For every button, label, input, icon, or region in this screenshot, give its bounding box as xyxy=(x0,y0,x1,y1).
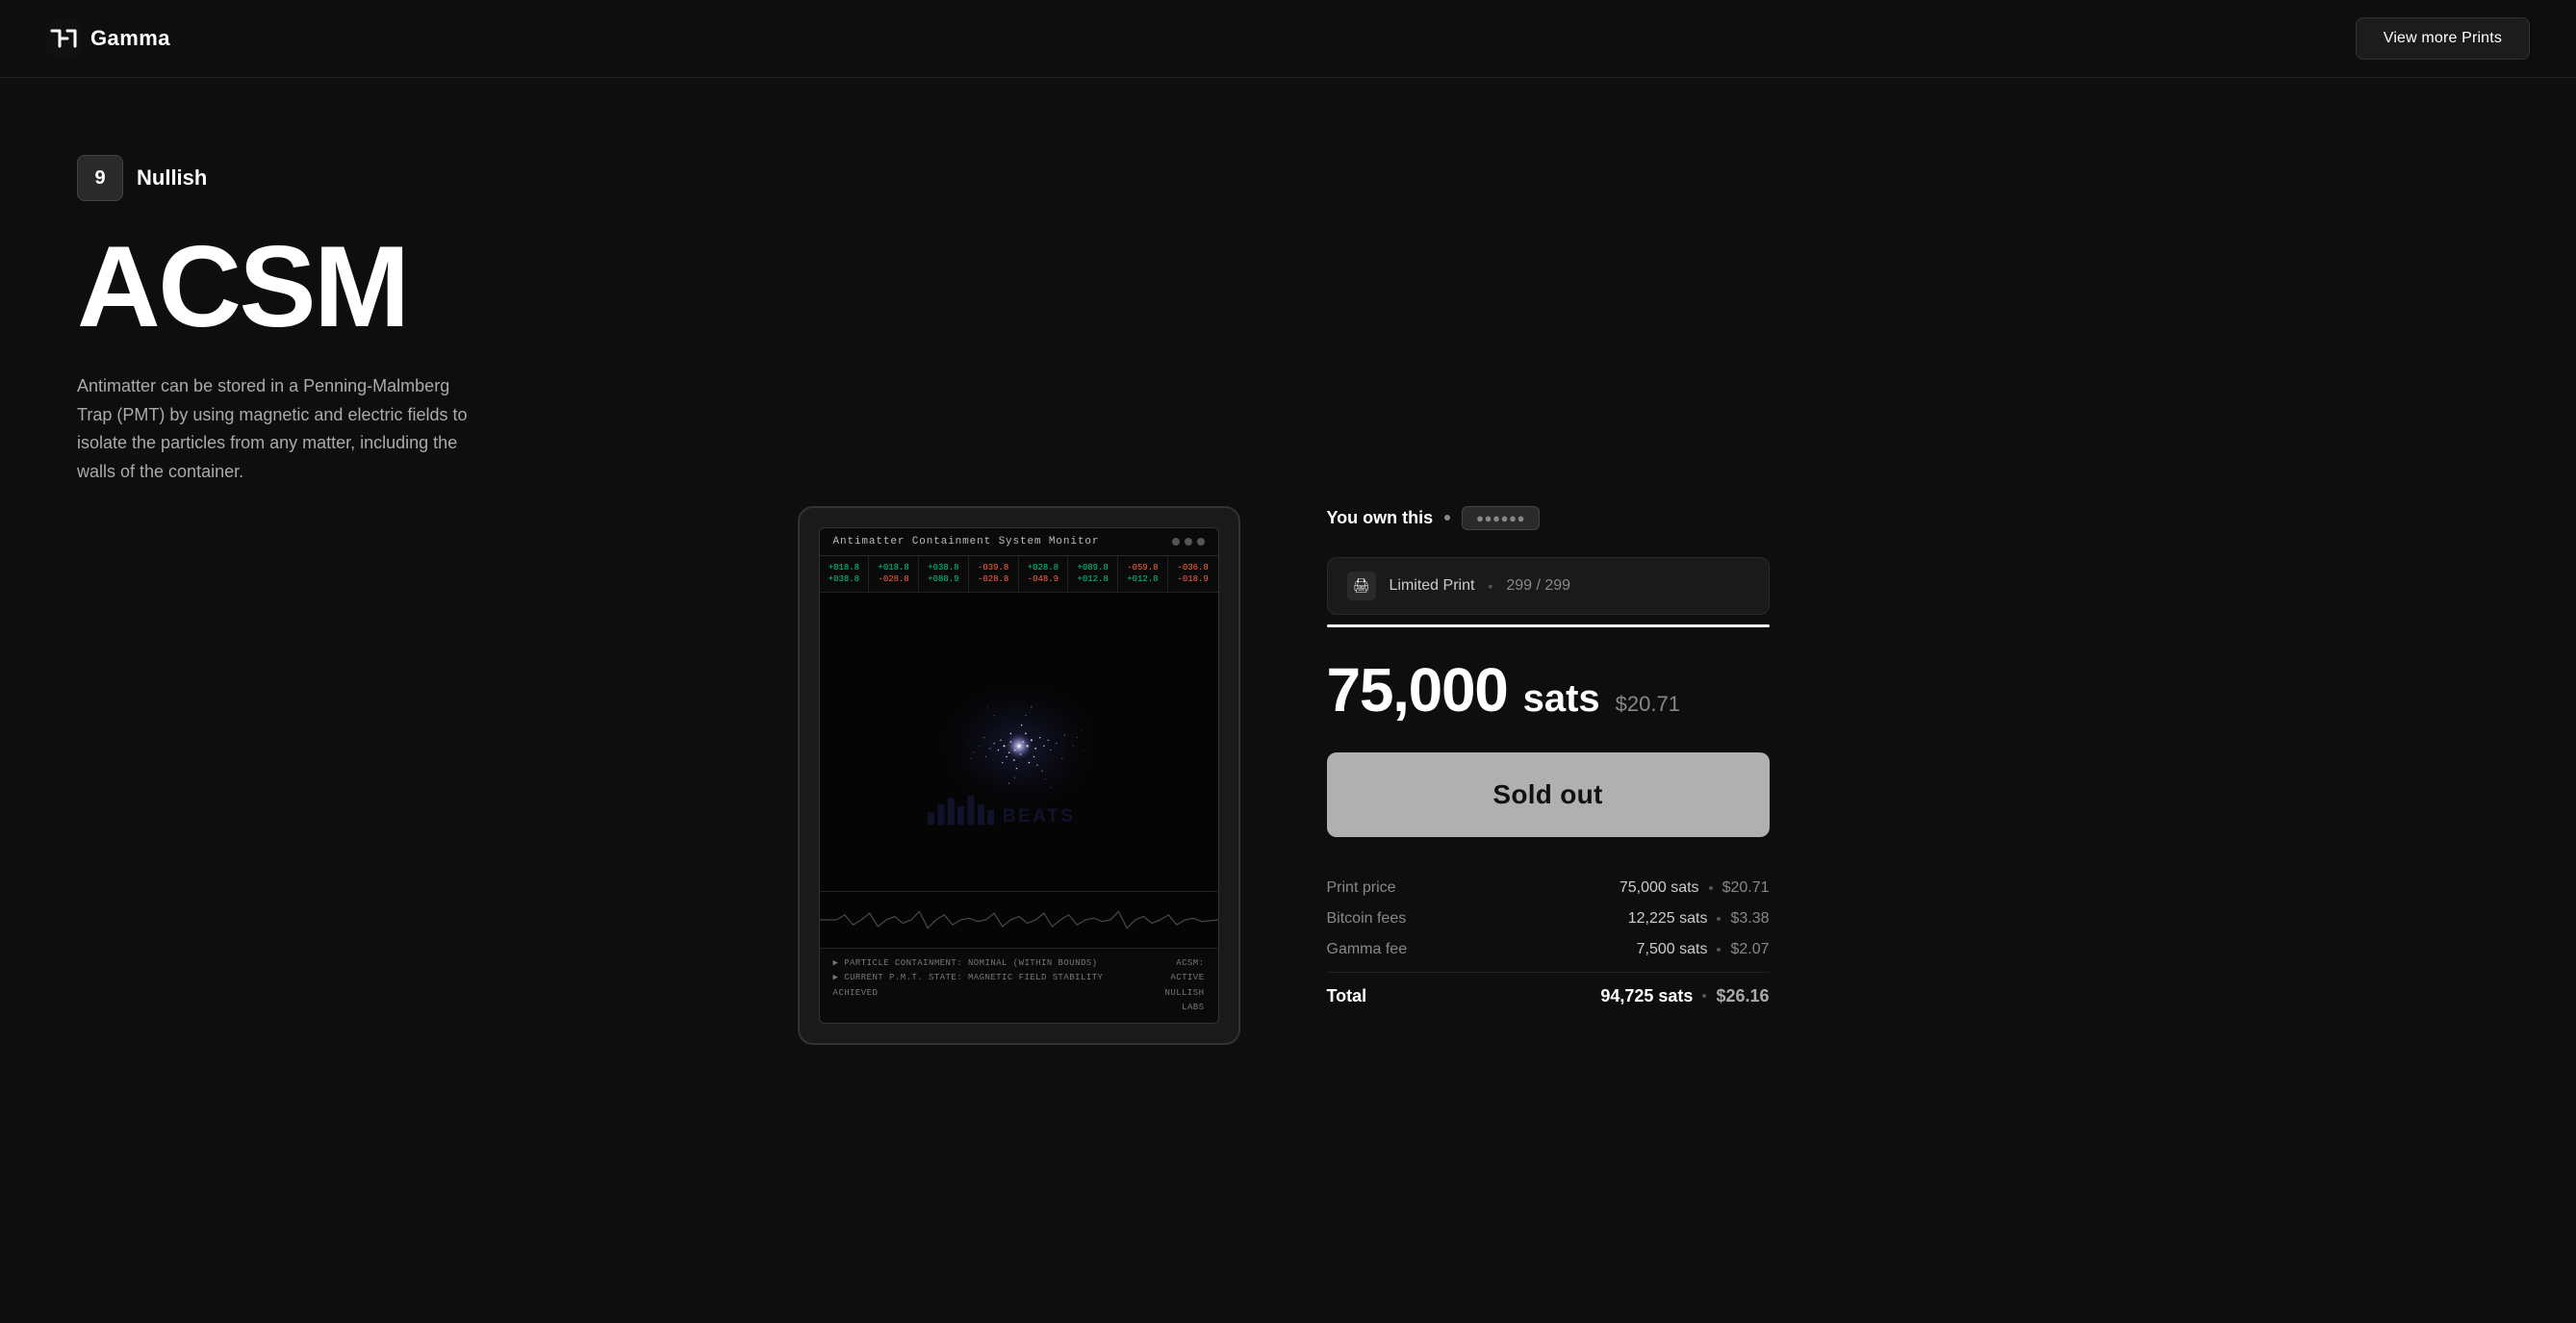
sold-out-button[interactable]: Sold out xyxy=(1327,752,1770,837)
monitor-cell: -039.8-028.8 xyxy=(969,556,1019,592)
monitor-dot-1 xyxy=(1172,538,1180,546)
waveform-area xyxy=(820,891,1218,949)
ownership-label: You own this xyxy=(1327,508,1434,528)
monitor-screen: Antimatter Containment System Monitor +0… xyxy=(819,527,1219,1024)
print-price-sats: 75,000 sats xyxy=(1620,879,1699,897)
logo-area: Gamma xyxy=(46,21,170,56)
monitor-cell: +038.8+088.9 xyxy=(919,556,969,592)
main-content: 9 Nullish ACSM Antimatter can be stored … xyxy=(0,78,2576,1103)
fee-divider xyxy=(1327,972,1770,973)
total-usd: $26.16 xyxy=(1716,986,1769,1006)
bitcoin-fees-usd: $3.38 xyxy=(1730,910,1769,928)
print-progress-bar xyxy=(1327,624,1770,627)
print-separator: • xyxy=(1488,578,1492,594)
print-info-container: 🖨 Limited Print • 299 / 299 xyxy=(1327,557,1770,627)
total-dot xyxy=(1702,994,1706,998)
logo-text: Gamma xyxy=(90,26,170,51)
ownership-row: You own this ●●●●●● xyxy=(1327,506,1770,530)
fee-breakdown: Print price 75,000 sats $20.71 Bitcoin f… xyxy=(1327,864,1770,1006)
particle-display: BEATS xyxy=(820,593,1218,891)
total-values: 94,725 sats $26.16 xyxy=(1600,986,1769,1006)
print-info-row: 🖨 Limited Print • 299 / 299 xyxy=(1327,557,1770,615)
print-price-usd: $20.71 xyxy=(1722,879,1770,897)
artist-row: 9 Nullish xyxy=(77,155,1223,201)
fee-dot-2 xyxy=(1717,917,1721,921)
price-usd: $20.71 xyxy=(1616,692,1680,717)
gamma-fee-row: Gamma fee 7,500 sats $2.07 xyxy=(1327,941,1770,958)
monitor-title: Antimatter Containment System Monitor xyxy=(833,536,1100,547)
print-label: Limited Print xyxy=(1390,577,1475,595)
artwork-frame: Antimatter Containment System Monitor +0… xyxy=(798,506,1240,1045)
price-sats-amount: 75,000 xyxy=(1327,654,1508,725)
particle-svg: BEATS xyxy=(820,593,1218,891)
view-more-prints-button[interactable]: View more Prints xyxy=(2356,17,2530,60)
total-label: Total xyxy=(1327,986,1367,1006)
monitor-cell: +018.8+038.8 xyxy=(820,556,870,592)
total-row: Total 94,725 sats $26.16 xyxy=(1327,986,1770,1006)
bitcoin-fees-sats: 12,225 sats xyxy=(1628,910,1708,928)
price-sats-label: sats xyxy=(1523,677,1600,721)
image-panel: Antimatter Containment System Monitor +0… xyxy=(769,506,1269,1045)
print-price-label: Print price xyxy=(1327,879,1396,897)
monitor-cell: +089.8+012.8 xyxy=(1068,556,1118,592)
print-price-values: 75,000 sats $20.71 xyxy=(1620,879,1770,897)
monitor-cell: -036.8-018.9 xyxy=(1168,556,1218,592)
monitor-cell: +028.8-048.9 xyxy=(1019,556,1069,592)
artist-name: Nullish xyxy=(137,165,207,191)
artist-avatar: 9 xyxy=(77,155,123,201)
bitcoin-fees-values: 12,225 sats $3.38 xyxy=(1628,910,1770,928)
monitor-cell: +018.8-028.8 xyxy=(869,556,919,592)
gamma-fee-usd: $2.07 xyxy=(1730,941,1769,958)
gamma-fee-label: Gamma fee xyxy=(1327,941,1408,958)
monitor-dot-2 xyxy=(1185,538,1192,546)
print-icon: 🖨 xyxy=(1347,572,1376,600)
monitor-footer: ▶ PARTICLE CONTAINMENT: NOMINAL (WITHIN … xyxy=(820,949,1218,1023)
header: Gamma View more Prints xyxy=(0,0,2576,78)
gamma-logo-icon xyxy=(46,21,81,56)
artwork-title: ACSM xyxy=(77,232,1223,342)
svg-text:BEATS: BEATS xyxy=(1002,806,1075,827)
ownership-badge: ●●●●●● xyxy=(1462,506,1540,530)
right-spacer xyxy=(1808,506,2576,1045)
left-panel: 9 Nullish ACSM Antimatter can be stored … xyxy=(0,136,1269,506)
fee-dot-1 xyxy=(1709,886,1713,890)
gamma-fee-sats: 7,500 sats xyxy=(1637,941,1708,958)
monitor-dots xyxy=(1172,538,1205,546)
print-progress-fill xyxy=(1327,624,1770,627)
total-sats: 94,725 sats xyxy=(1600,986,1693,1006)
price-row: 75,000 sats $20.71 xyxy=(1327,654,1770,725)
monitor-dot-3 xyxy=(1197,538,1205,546)
gamma-fee-values: 7,500 sats $2.07 xyxy=(1637,941,1770,958)
monitor-titlebar: Antimatter Containment System Monitor xyxy=(820,528,1218,556)
ownership-separator-dot xyxy=(1444,515,1450,521)
monitor-cell: -059.8+012.8 xyxy=(1118,556,1168,592)
waveform-svg xyxy=(820,896,1218,944)
bitcoin-fees-label: Bitcoin fees xyxy=(1327,910,1407,928)
artwork-description: Antimatter can be stored in a Penning-Ma… xyxy=(77,372,481,487)
bitcoin-fees-row: Bitcoin fees 12,225 sats $3.38 xyxy=(1327,910,1770,928)
monitor-grid: +018.8+038.8+018.8-028.8+038.8+088.9-039… xyxy=(820,556,1218,593)
print-count: 299 / 299 xyxy=(1506,577,1570,595)
print-price-row: Print price 75,000 sats $20.71 xyxy=(1327,879,1770,897)
fee-dot-3 xyxy=(1717,948,1721,952)
right-panel: You own this ●●●●●● 🖨 Limited Print • 29… xyxy=(1269,506,1808,1045)
